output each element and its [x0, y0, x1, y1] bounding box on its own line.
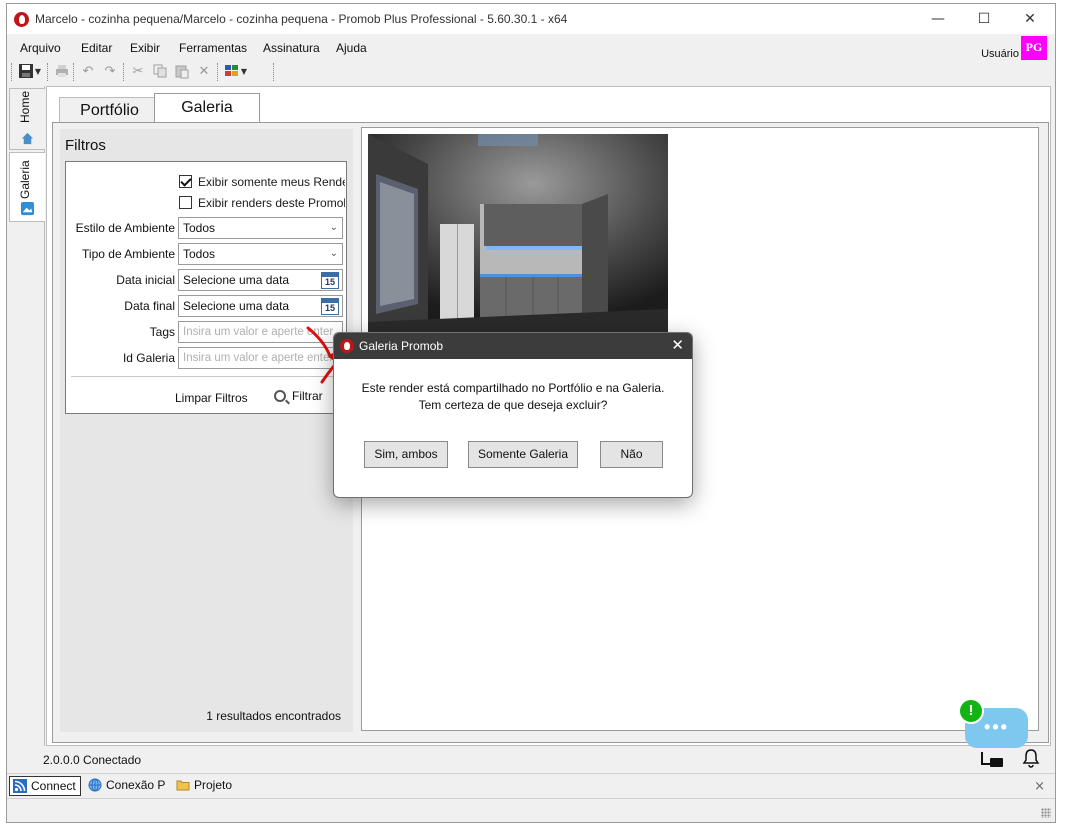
data-inicial-value: Selecione uma data — [183, 273, 290, 287]
delete-icon[interactable]: ✕ — [195, 63, 213, 81]
side-tab-label: Galeria — [18, 160, 32, 199]
chat-alert-badge: ! — [958, 698, 984, 724]
side-tab-strip: Home Galeria — [7, 86, 45, 746]
tab-galeria[interactable]: Galeria — [154, 93, 260, 123]
toolbar-separator — [217, 63, 218, 81]
menu-arquivo[interactable]: Arquivo — [20, 41, 61, 55]
checkbox-only-my-renders[interactable]: Exibir somente meus Renders — [179, 175, 345, 191]
rss-icon — [13, 779, 27, 793]
menu-assinatura[interactable]: Assinatura — [263, 41, 320, 55]
folder-icon — [176, 780, 190, 791]
only-galeria-button[interactable]: Somente Galeria — [468, 441, 578, 468]
checkbox-checked-icon[interactable] — [179, 175, 192, 188]
filters-panel: Filtros Exibir somente meus Renders Exib… — [60, 129, 353, 732]
calendar-icon[interactable]: 15 — [321, 298, 339, 315]
redo-icon[interactable]: ↷ — [101, 63, 119, 81]
delete-confirm-dialog: Galeria Promob ✕ Este render está compar… — [333, 332, 693, 498]
data-final-value: Selecione uma data — [183, 299, 290, 313]
tipo-select[interactable]: Todos ⌄ — [178, 243, 343, 265]
dialog-title-bar: Galeria Promob ✕ — [334, 333, 692, 359]
no-button[interactable]: Não — [600, 441, 663, 468]
dialog-close-button[interactable]: ✕ — [671, 336, 684, 354]
user-label[interactable]: Usuário — [981, 48, 1019, 60]
side-tab-home[interactable]: Home — [9, 88, 45, 150]
connection-status: 2.0.0.0 Conectado — [43, 753, 142, 767]
bottom-taskbar: Connect Conexão P Projeto × — [7, 773, 1055, 797]
dialog-title: Galeria Promob — [359, 339, 444, 353]
user-avatar[interactable]: PG — [1021, 36, 1047, 60]
data-inicial-label: Data inicial — [116, 273, 175, 287]
task-projeto[interactable]: Projeto — [173, 776, 236, 796]
dropdown-icon[interactable]: ▼ — [239, 63, 249, 81]
gallery-icon — [20, 201, 35, 216]
resize-grip-icon[interactable] — [1041, 808, 1051, 818]
tab-portfolio[interactable]: Portfólio — [59, 97, 160, 123]
menu-ajuda[interactable]: Ajuda — [336, 41, 367, 55]
menu-editar[interactable]: Editar — [81, 41, 112, 55]
menu-exibir[interactable]: Exibir — [130, 41, 160, 55]
estilo-label: Estilo de Ambiente — [75, 221, 175, 235]
home-icon — [21, 132, 34, 145]
title-bar: Marcelo - cozinha pequena/Marcelo - cozi… — [7, 4, 1055, 34]
bottom-strip — [7, 798, 1055, 822]
checkbox-label: Exibir renders deste Promob — [198, 196, 345, 210]
tipo-label: Tipo de Ambiente — [82, 247, 175, 261]
menu-ferramentas[interactable]: Ferramentas — [179, 41, 247, 55]
undo-icon[interactable]: ↶ — [79, 63, 97, 81]
toolbar-separator — [73, 63, 74, 81]
data-final-label: Data final — [124, 299, 175, 313]
toolbar-separator — [11, 63, 12, 81]
estilo-select[interactable]: Todos ⌄ — [178, 217, 343, 239]
paste-icon[interactable] — [173, 63, 191, 81]
tipo-value: Todos — [183, 247, 216, 261]
dialog-message-line1: Este render está compartilhado no Portfó… — [361, 381, 665, 395]
status-bar: 2.0.0.0 Conectado — [7, 748, 1055, 772]
dialog-message-line2: Tem certeza de que deseja excluir? — [418, 398, 608, 412]
menu-bar: Arquivo Editar Exibir Ferramentas Assina… — [7, 37, 1055, 59]
cut-icon[interactable]: ✂ — [129, 63, 147, 81]
print-icon[interactable] — [53, 63, 71, 81]
checkbox-label: Exibir somente meus Renders — [198, 175, 345, 189]
taskbar-close-icon[interactable]: × — [1034, 779, 1045, 794]
copy-icon[interactable] — [151, 63, 169, 81]
promob-logo-icon — [340, 339, 354, 353]
task-label: Connect — [31, 779, 76, 793]
results-count: 1 resultados encontrados — [206, 709, 341, 723]
yes-both-button[interactable]: Sim, ambos — [364, 441, 448, 468]
toolbar-separator — [47, 63, 48, 81]
data-inicial-field[interactable]: Selecione uma data 15 — [178, 269, 343, 291]
promob-logo-icon — [14, 12, 29, 27]
maximize-button[interactable]: ☐ — [961, 4, 1007, 34]
side-tab-galeria[interactable]: Galeria — [9, 152, 45, 222]
chevron-down-icon: ⌄ — [329, 222, 338, 233]
toolbar-separator — [123, 63, 124, 81]
toolbar: ▼ ↶ ↷ ✂ ✕ ▼ — [11, 61, 281, 83]
kitchen-render-image — [368, 134, 668, 332]
close-button[interactable]: ✕ — [1007, 4, 1053, 34]
checkbox-unchecked-icon[interactable] — [179, 196, 192, 209]
data-final-field[interactable]: Selecione uma data 15 — [178, 295, 343, 317]
window-title: Marcelo - cozinha pequena/Marcelo - cozi… — [35, 12, 568, 26]
estilo-value: Todos — [183, 221, 216, 235]
toolbar-separator — [273, 63, 274, 81]
clear-filters-button[interactable]: Limpar Filtros — [175, 391, 248, 405]
task-connect[interactable]: Connect — [9, 776, 81, 796]
search-icon — [274, 390, 286, 402]
side-tab-label: Home — [18, 90, 32, 123]
filters-title: Filtros — [65, 137, 106, 154]
screen-share-icon[interactable] — [980, 750, 1004, 768]
task-conexao[interactable]: Conexão P — [85, 776, 169, 796]
render-thumbnail[interactable] — [368, 134, 668, 332]
chevron-down-icon: ⌄ — [329, 248, 338, 259]
bell-icon[interactable] — [1022, 748, 1040, 768]
minimize-button[interactable]: — — [915, 4, 961, 34]
globe-icon — [88, 778, 102, 792]
id-galeria-label: Id Galeria — [122, 351, 175, 365]
dropdown-icon[interactable]: ▼ — [33, 63, 43, 81]
calendar-icon[interactable]: 15 — [321, 272, 339, 289]
tags-label: Tags — [149, 325, 175, 339]
checkbox-renders-this-promob[interactable]: Exibir renders deste Promob — [179, 196, 345, 212]
task-label: Projeto — [194, 778, 233, 792]
task-label: Conexão P — [106, 778, 166, 792]
